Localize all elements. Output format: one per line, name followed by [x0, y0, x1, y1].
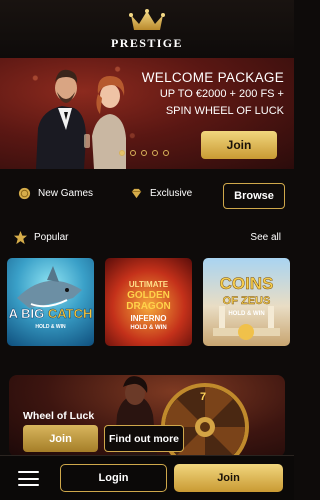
bottom-bar: Login Join: [0, 455, 294, 500]
find-out-more-button[interactable]: Find out more: [104, 425, 184, 452]
game-tile-big-catch[interactable]: A BIG CATCH HOLD & WIN: [7, 258, 94, 346]
wheel-of-luck-title: Wheel of Luck: [23, 410, 95, 422]
game-title-a: A BIG: [8, 306, 45, 321]
quick-filters: New Games Exclusive Browse: [0, 183, 294, 209]
game-title-a: ULTIMATE: [128, 280, 169, 289]
popular-title: Popular: [34, 232, 69, 243]
shark-art: [17, 266, 82, 308]
coin-icon: [18, 187, 31, 200]
hamburger-menu-icon[interactable]: [18, 471, 39, 486]
game-tile-coins-of-zeus[interactable]: COINS OF ZEUS HOLD & WIN: [203, 258, 290, 346]
carousel-dot[interactable]: [141, 150, 147, 156]
game-title-c: INFERNO: [130, 314, 167, 323]
carousel-dot[interactable]: [130, 150, 136, 156]
game-tile-ultimate-golden-dragon[interactable]: ULTIMATE GOLDEN DRAGON INFERNO HOLD & WI…: [105, 258, 192, 346]
game-subtitle: HOLD & WIN: [130, 325, 167, 331]
wheel-of-luck-card[interactable]: 7 Wheel of Luck Join Find out more: [9, 375, 285, 457]
hero-text: WELCOME PACKAGE UP TO €2000 + 200 FS + S…: [142, 69, 284, 120]
game-title-b: GOLDEN DRAGON: [126, 290, 171, 312]
hero-title: WELCOME PACKAGE: [141, 70, 284, 85]
carousel-dots: [119, 150, 169, 156]
login-button[interactable]: Login: [60, 464, 167, 492]
filter-exclusive-label: Exclusive: [150, 188, 193, 199]
join-button[interactable]: Join: [174, 464, 283, 492]
wheel-number: 7: [200, 391, 207, 403]
filter-new-games[interactable]: New Games: [18, 187, 93, 200]
game-title-b: CATCH: [47, 306, 93, 321]
game-subtitle: HOLD & WIN: [228, 311, 265, 317]
browse-button[interactable]: Browse: [223, 183, 285, 209]
carousel-dot[interactable]: [119, 150, 125, 156]
hero-join-button[interactable]: Join: [201, 131, 277, 159]
carousel-dot[interactable]: [152, 150, 158, 156]
popular-games-row: A BIG CATCH HOLD & WIN ULTIMATE GOLDEN D…: [7, 258, 290, 346]
game-subtitle: HOLD & WIN: [35, 324, 66, 330]
filter-exclusive[interactable]: Exclusive: [130, 187, 192, 200]
crown-logo-icon[interactable]: [129, 9, 165, 33]
hero-offer-line-2: SPIN WHEEL OF LUCK: [165, 105, 284, 117]
star-icon: [13, 230, 28, 245]
header: PRESTIGE: [0, 0, 294, 58]
wheel-join-button[interactable]: Join: [23, 425, 98, 452]
game-title-b: OF ZEUS: [222, 295, 271, 307]
see-all-link[interactable]: See all: [250, 232, 281, 243]
filter-new-games-label: New Games: [38, 188, 94, 199]
hero-offer-line: UP TO €2000 + 200 FS +: [159, 88, 284, 100]
carousel-dot[interactable]: [163, 150, 169, 156]
game-title-a: COINS: [219, 274, 274, 294]
diamond-icon: [131, 188, 142, 199]
popular-header: Popular See all: [13, 230, 281, 245]
brand-name: PRESTIGE: [111, 36, 183, 50]
